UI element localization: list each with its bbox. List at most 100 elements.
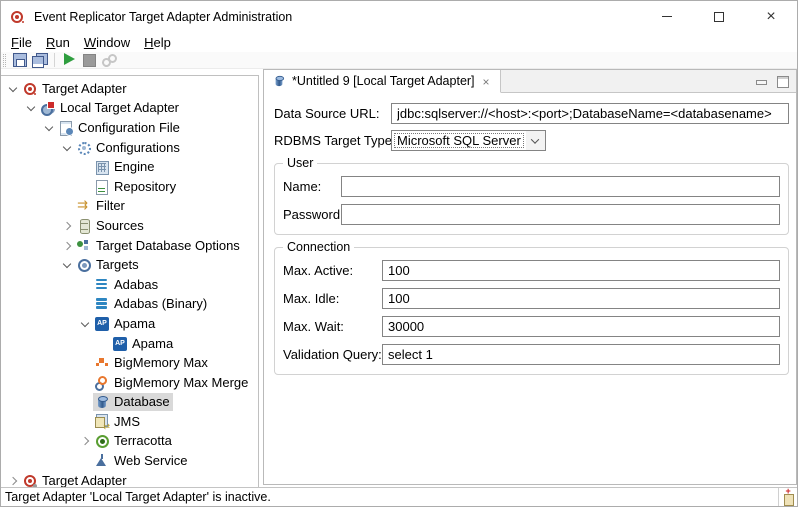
chevron-spacer [77, 179, 93, 195]
maximize-icon [714, 12, 724, 22]
chevron-spacer [59, 198, 75, 214]
sources-icon [76, 218, 92, 234]
chevron-spacer [77, 355, 93, 371]
name-field[interactable] [341, 176, 780, 197]
progress-trim-icon[interactable] [782, 490, 794, 505]
chevron-spacer [77, 453, 93, 469]
tree-item-terracotta[interactable]: Terracotta [1, 432, 258, 452]
save-icon[interactable] [11, 52, 28, 68]
data-source-url-input[interactable] [391, 103, 789, 124]
run-icon[interactable] [61, 52, 78, 68]
chevron-down-icon[interactable] [5, 81, 21, 97]
title-bar: Event Replicator Target Adapter Administ… [1, 1, 797, 32]
terracotta-icon [94, 433, 110, 449]
close-icon: × [766, 9, 775, 25]
chevron-spacer [77, 394, 93, 410]
chevron-right-icon[interactable] [59, 218, 75, 234]
max-active-field[interactable] [382, 260, 780, 281]
max-wait-row: Max. Wait: [283, 316, 780, 337]
tree-item-bigmemory-max-merge[interactable]: BigMemory Max Merge [1, 373, 258, 393]
editor-view-controls [754, 70, 796, 92]
status-bar: Target Adapter 'Local Target Adapter' is… [1, 487, 797, 506]
chevron-spacer [77, 296, 93, 312]
chevron-spacer [95, 336, 111, 352]
menu-window[interactable]: Window [77, 34, 137, 51]
tree-item-targets[interactable]: Targets [1, 255, 258, 275]
adabas-icon [94, 296, 110, 312]
tree-item-adabas-binary[interactable]: Adabas (Binary) [1, 295, 258, 315]
tree-item-apama-child[interactable]: APApama [1, 334, 258, 354]
bigmemory-max-merge-icon [94, 375, 110, 391]
apama-icon: AP [95, 317, 109, 331]
tree-item-bigmemory-max[interactable]: BigMemory Max [1, 353, 258, 373]
menu-bar: File Run Window Help [1, 32, 797, 52]
adabas-icon [94, 277, 110, 293]
chevron-down-icon[interactable] [41, 120, 57, 136]
toolbar [1, 52, 797, 69]
navigation-tree: Target Adapter Local Target Adapter Conf… [1, 75, 259, 487]
tab-title: *Untitled 9 [Local Target Adapter] [292, 74, 475, 88]
chevron-down-icon[interactable] [59, 140, 75, 156]
minimize-button[interactable] [641, 1, 693, 32]
close-button[interactable]: × [745, 1, 797, 32]
status-trim-area [778, 488, 797, 506]
adapter-form: Data Source URL: RDBMS Target Type: Micr… [264, 93, 796, 484]
chevron-right-icon[interactable] [5, 473, 21, 487]
chevron-spacer [77, 375, 93, 391]
menu-help[interactable]: Help [137, 34, 178, 51]
save-all-icon[interactable] [31, 52, 48, 68]
tab-close-icon[interactable]: × [480, 75, 493, 88]
tree-item-sources[interactable]: Sources [1, 216, 258, 236]
window-title: Event Replicator Target Adapter Administ… [34, 10, 641, 24]
tree-item-filter[interactable]: Filter [1, 197, 258, 217]
target-adapter-icon [22, 81, 38, 97]
web-service-icon [94, 453, 110, 469]
max-idle-field[interactable] [382, 288, 780, 309]
local-target-adapter-icon [40, 100, 56, 116]
tree-item-configuration-file[interactable]: Configuration File [1, 118, 258, 138]
tree-item-target-adapter[interactable]: Target Adapter [1, 79, 258, 99]
tree-item-target-database-options[interactable]: Target Database Options [1, 236, 258, 256]
toolbar-drag-handle[interactable] [3, 54, 6, 67]
connection-group: Connection Max. Active: Max. Idle: Max. … [274, 247, 789, 375]
menu-run[interactable]: Run [39, 34, 77, 51]
chevron-down-icon[interactable] [77, 316, 93, 332]
target-adapter-gear-icon [22, 473, 38, 487]
tree-item-apama[interactable]: APApama [1, 314, 258, 334]
max-active-label: Max. Active: [283, 263, 382, 278]
tree-item-database[interactable]: Database [1, 393, 258, 413]
jms-icon [94, 414, 110, 430]
stop-icon[interactable] [81, 52, 98, 68]
chevron-right-icon[interactable] [59, 238, 75, 254]
menu-file[interactable]: File [4, 34, 39, 51]
bigmemory-max-icon [94, 355, 110, 371]
link-icon[interactable] [101, 52, 118, 68]
tree-item-web-service[interactable]: Web Service [1, 451, 258, 471]
max-idle-label: Max. Idle: [283, 291, 382, 306]
editor-tab-bar: *Untitled 9 [Local Target Adapter] × [264, 70, 796, 93]
chevron-down-icon[interactable] [59, 257, 75, 273]
tree-item-target-adapter-2[interactable]: Target Adapter [1, 471, 258, 487]
max-idle-row: Max. Idle: [283, 288, 780, 309]
maximize-button[interactable] [693, 1, 745, 32]
chevron-down-icon[interactable] [23, 100, 39, 116]
tab-untitled-9[interactable]: *Untitled 9 [Local Target Adapter] × [264, 70, 501, 93]
tree-item-jms[interactable]: JMS [1, 412, 258, 432]
tree-item-local-target-adapter[interactable]: Local Target Adapter [1, 99, 258, 119]
validation-query-field[interactable] [382, 344, 780, 365]
chevron-right-icon[interactable] [77, 433, 93, 449]
tree-item-engine[interactable]: Engine [1, 157, 258, 177]
password-field[interactable] [341, 204, 780, 225]
chevron-spacer [77, 414, 93, 430]
minimize-view-icon[interactable] [754, 74, 768, 88]
tree-item-configurations[interactable]: Configurations [1, 138, 258, 158]
maximize-view-icon[interactable] [775, 74, 789, 88]
validation-query-row: Validation Query: [283, 344, 780, 365]
tree-item-adabas[interactable]: Adabas [1, 275, 258, 295]
chevron-down-icon[interactable] [526, 131, 545, 150]
rdbms-target-type-select[interactable]: Microsoft SQL Server [391, 130, 546, 151]
main-area: Target Adapter Local Target Adapter Conf… [1, 69, 797, 487]
tree-item-repository[interactable]: Repository [1, 177, 258, 197]
max-wait-field[interactable] [382, 316, 780, 337]
minimize-icon [662, 16, 672, 17]
